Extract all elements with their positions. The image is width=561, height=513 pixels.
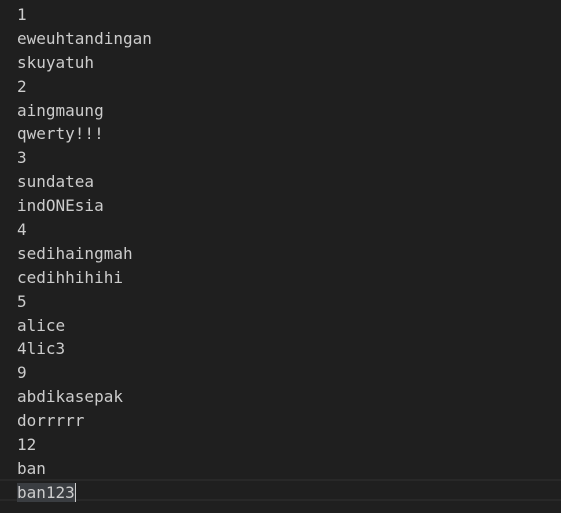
line-text: qwerty!!! [17,124,104,144]
editor-line-current[interactable]: ban123 [17,481,152,505]
line-text: 2 [17,76,27,96]
line-text: cedihhihihi [17,267,123,287]
editor-line[interactable]: indONEsia [17,194,152,218]
line-text: 3 [17,148,27,168]
editor-line[interactable]: alice [17,314,152,338]
line-text: 5 [17,291,27,311]
line-text: abdikasepak [17,387,123,407]
line-text: alice [17,315,66,335]
line-text: sedihaingmah [17,243,133,263]
editor-line[interactable]: eweuhtandingan [17,27,152,51]
editor-lines: 1 eweuhtandingan skuyatuh 2 aingmaung qw… [17,3,152,505]
editor-line[interactable]: 2 [17,75,152,99]
line-text: skuyatuh [17,52,95,72]
text-caret [74,482,77,502]
editor-line[interactable]: ban [17,457,152,481]
line-text: sundatea [17,172,95,192]
editor-line[interactable]: 1 [17,3,152,27]
editor-line[interactable]: 5 [17,290,152,314]
line-text: 9 [17,363,27,383]
line-text: indONEsia [17,196,104,216]
line-text: 4 [17,220,27,240]
editor-line[interactable]: 9 [17,361,152,385]
editor-line[interactable]: sundatea [17,170,152,194]
editor-line[interactable]: aingmaung [17,99,152,123]
editor-line[interactable]: sedihaingmah [17,242,152,266]
line-text: ban [17,458,46,478]
line-text: eweuhtandingan [17,28,152,48]
editor-line[interactable]: cedihhihihi [17,266,152,290]
editor-line[interactable]: 3 [17,146,152,170]
line-text: dorrrrr [17,411,85,431]
editor-line[interactable]: abdikasepak [17,385,152,409]
editor-line[interactable]: 4 [17,218,152,242]
line-text: 1 [17,5,27,24]
editor-line[interactable]: 4lic3 [17,337,152,361]
editor-line[interactable]: 12 [17,433,152,457]
editor-line[interactable]: skuyatuh [17,51,152,75]
editor-line[interactable]: qwerty!!! [17,122,152,146]
line-text: 4lic3 [17,339,66,359]
selected-text: ban123 [17,482,75,502]
line-text: aingmaung [17,100,104,120]
text-editor[interactable]: 1 eweuhtandingan skuyatuh 2 aingmaung qw… [0,0,561,513]
editor-line[interactable]: dorrrrr [17,409,152,433]
line-text: 12 [17,435,37,455]
